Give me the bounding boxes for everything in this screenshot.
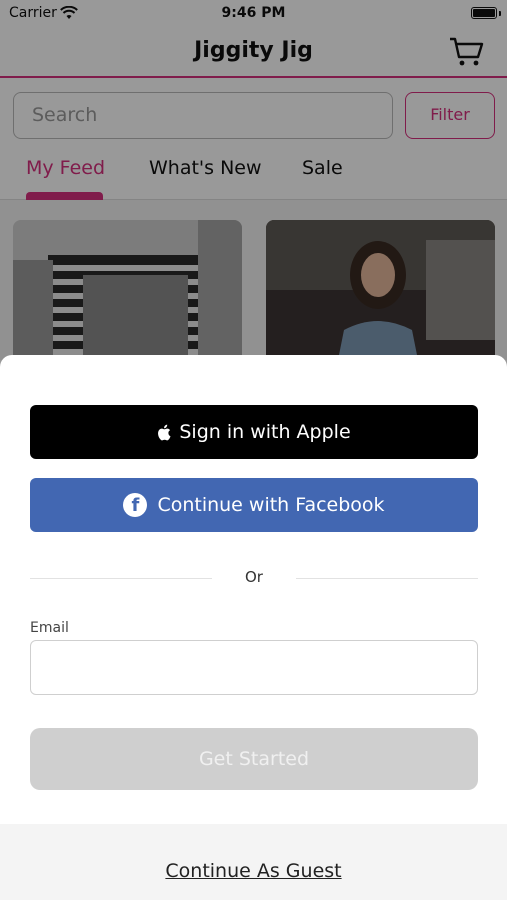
or-label: Or [245,568,263,586]
apple-button-label: Sign in with Apple [179,421,351,443]
facebook-icon: f [123,493,148,517]
divider-line [296,578,478,579]
sign-in-sheet: Sign in with Apple f Continue with Faceb… [0,355,507,900]
or-divider: Or [30,567,478,589]
sign-in-with-apple-button[interactable]: Sign in with Apple [30,405,478,459]
email-field[interactable] [30,640,478,695]
apple-icon [158,424,171,440]
continue-as-guest-link[interactable]: Continue As Guest [0,860,507,882]
get-started-button[interactable]: Get Started [30,728,478,790]
continue-with-facebook-button[interactable]: f Continue with Facebook [30,478,478,532]
guest-footer: Continue As Guest [0,824,507,900]
email-label: Email [30,620,69,636]
facebook-button-label: Continue with Facebook [157,494,385,516]
